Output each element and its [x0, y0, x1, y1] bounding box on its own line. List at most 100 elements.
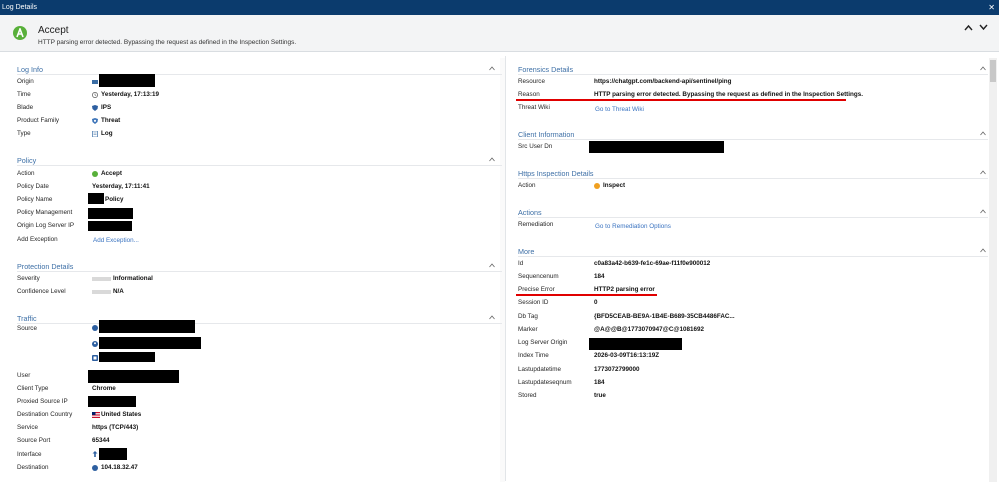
section-divider	[518, 74, 988, 75]
chevron-down-icon[interactable]	[979, 23, 988, 34]
more-row-label: Index Time	[518, 352, 549, 359]
client-type-label: Client Type	[17, 385, 49, 392]
section-more: More	[518, 247, 535, 256]
type-value: Log	[101, 130, 113, 137]
type-label: Type	[17, 130, 31, 137]
section-log-info: Log Info	[17, 65, 43, 74]
collapse-chevron-icon[interactable]	[980, 170, 986, 175]
section-https-inspection: Https Inspection Details	[518, 169, 594, 178]
blade-label: Blade	[17, 104, 34, 111]
collapse-chevron-icon[interactable]	[980, 131, 986, 136]
redacted-log-server-origin	[589, 338, 682, 350]
section-divider	[518, 139, 988, 140]
clock-icon	[92, 92, 98, 98]
more-row-label: Id	[518, 260, 524, 267]
time-label: Time	[17, 91, 31, 98]
section-divider	[17, 74, 502, 75]
section-divider	[518, 256, 988, 257]
threat-shield-icon	[92, 118, 98, 124]
add-exception-label: Add Exception	[17, 236, 58, 243]
section-forensics-details: Forensics Details	[518, 65, 574, 74]
section-divider	[17, 271, 502, 272]
resource-value: https://chatgpt.com/backend-api/sentinel…	[594, 78, 732, 85]
section-policy: Policy	[17, 156, 37, 165]
more-row-label: Stored	[518, 392, 537, 399]
policy-management-label: Policy Management	[17, 209, 73, 216]
confidence-bar	[92, 290, 111, 294]
ips-shield-icon	[92, 105, 98, 111]
origin-ip-label: Origin Log Server IP	[17, 222, 75, 229]
user-icon	[92, 341, 98, 347]
resource-label: Resource	[518, 78, 545, 85]
window-titlebar: Log Details ✕	[0, 0, 999, 15]
gateway-icon	[92, 80, 98, 84]
collapse-chevron-icon[interactable]	[980, 66, 986, 71]
destination-country-label: Destination Country	[17, 411, 73, 418]
section-traffic: Traffic	[17, 314, 37, 323]
https-action-label: Action	[518, 182, 536, 189]
add-exception-link[interactable]: Add Exception...	[93, 237, 139, 244]
service-value: https (TCP/443)	[92, 424, 139, 431]
chevron-up-icon[interactable]	[964, 23, 973, 34]
threat-wiki-link[interactable]: Go to Threat Wiki	[595, 106, 644, 113]
redacted-source-ip	[99, 352, 155, 362]
source-port-label: Source Port	[17, 437, 51, 444]
more-row-value: 184	[594, 273, 605, 280]
section-client-information: Client Information	[518, 130, 575, 139]
section-protection-details: Protection Details	[17, 262, 74, 271]
redacted-src-user-dn	[589, 141, 724, 153]
more-row-label: Marker	[518, 326, 538, 333]
source-label: Source	[17, 325, 37, 332]
policy-date-value: Yesterday, 17:11:41	[92, 183, 150, 190]
close-icon[interactable]: ✕	[988, 0, 995, 15]
destination-label: Destination	[17, 464, 49, 471]
more-row-value: true	[594, 392, 606, 399]
more-row-label: Log Server Origin	[518, 339, 568, 346]
policy-name-label: Policy Name	[17, 196, 53, 203]
inspect-icon	[594, 183, 600, 189]
collapse-chevron-icon[interactable]	[980, 248, 986, 253]
interface-label: Interface	[17, 451, 42, 458]
collapse-chevron-icon[interactable]	[489, 263, 495, 268]
collapse-chevron-icon[interactable]	[489, 66, 495, 71]
section-actions: Actions	[518, 208, 542, 217]
user-label: User	[17, 372, 31, 379]
severity-label: Severity	[17, 275, 40, 282]
globe-icon	[92, 465, 98, 471]
product-family-label: Product Family	[17, 117, 59, 124]
device-icon	[92, 355, 98, 361]
collapse-chevron-icon[interactable]	[980, 209, 986, 214]
more-row-value: c0a83a42-b639-fe1c-69ae-f11f0e900012	[594, 260, 711, 267]
column-divider	[505, 56, 506, 481]
confidence-label: Confidence Level	[17, 288, 66, 295]
log-header: Accept HTTP parsing error detected. Bypa…	[0, 15, 999, 52]
reason-label: Reason	[518, 91, 540, 98]
remediation-link[interactable]: Go to Remediation Options	[595, 223, 671, 230]
accept-icon	[92, 171, 98, 177]
log-action-title: Accept	[38, 25, 69, 36]
more-row-value: @A@@B@1773070947@C@1081692	[594, 326, 705, 333]
globe-icon	[92, 325, 98, 331]
collapse-chevron-icon[interactable]	[489, 315, 495, 320]
redacted-source-user	[99, 337, 201, 349]
right-pane-scrollbar[interactable]	[989, 58, 997, 482]
accept-icon	[13, 26, 27, 40]
more-row-value: 1773072799000	[594, 366, 640, 373]
redacted-policy-management	[88, 208, 133, 219]
section-divider	[17, 323, 502, 324]
blade-value: IPS	[101, 104, 112, 111]
confidence-value: N/A	[113, 288, 124, 295]
collapse-chevron-icon[interactable]	[489, 157, 495, 162]
section-divider	[17, 165, 502, 166]
section-divider	[518, 178, 988, 179]
upload-arrow-icon	[92, 451, 98, 457]
more-row-label: Lastupdatetime	[518, 366, 562, 373]
scroll-thumb[interactable]	[990, 60, 996, 82]
section-divider	[518, 217, 988, 218]
redacted-interface	[99, 448, 127, 460]
more-row-label: Precise Error	[518, 286, 555, 293]
log-document-icon	[92, 131, 98, 137]
more-row-value: 184	[594, 379, 605, 386]
policy-name-value: Policy	[105, 196, 124, 203]
redacted-policy-name	[88, 193, 104, 204]
